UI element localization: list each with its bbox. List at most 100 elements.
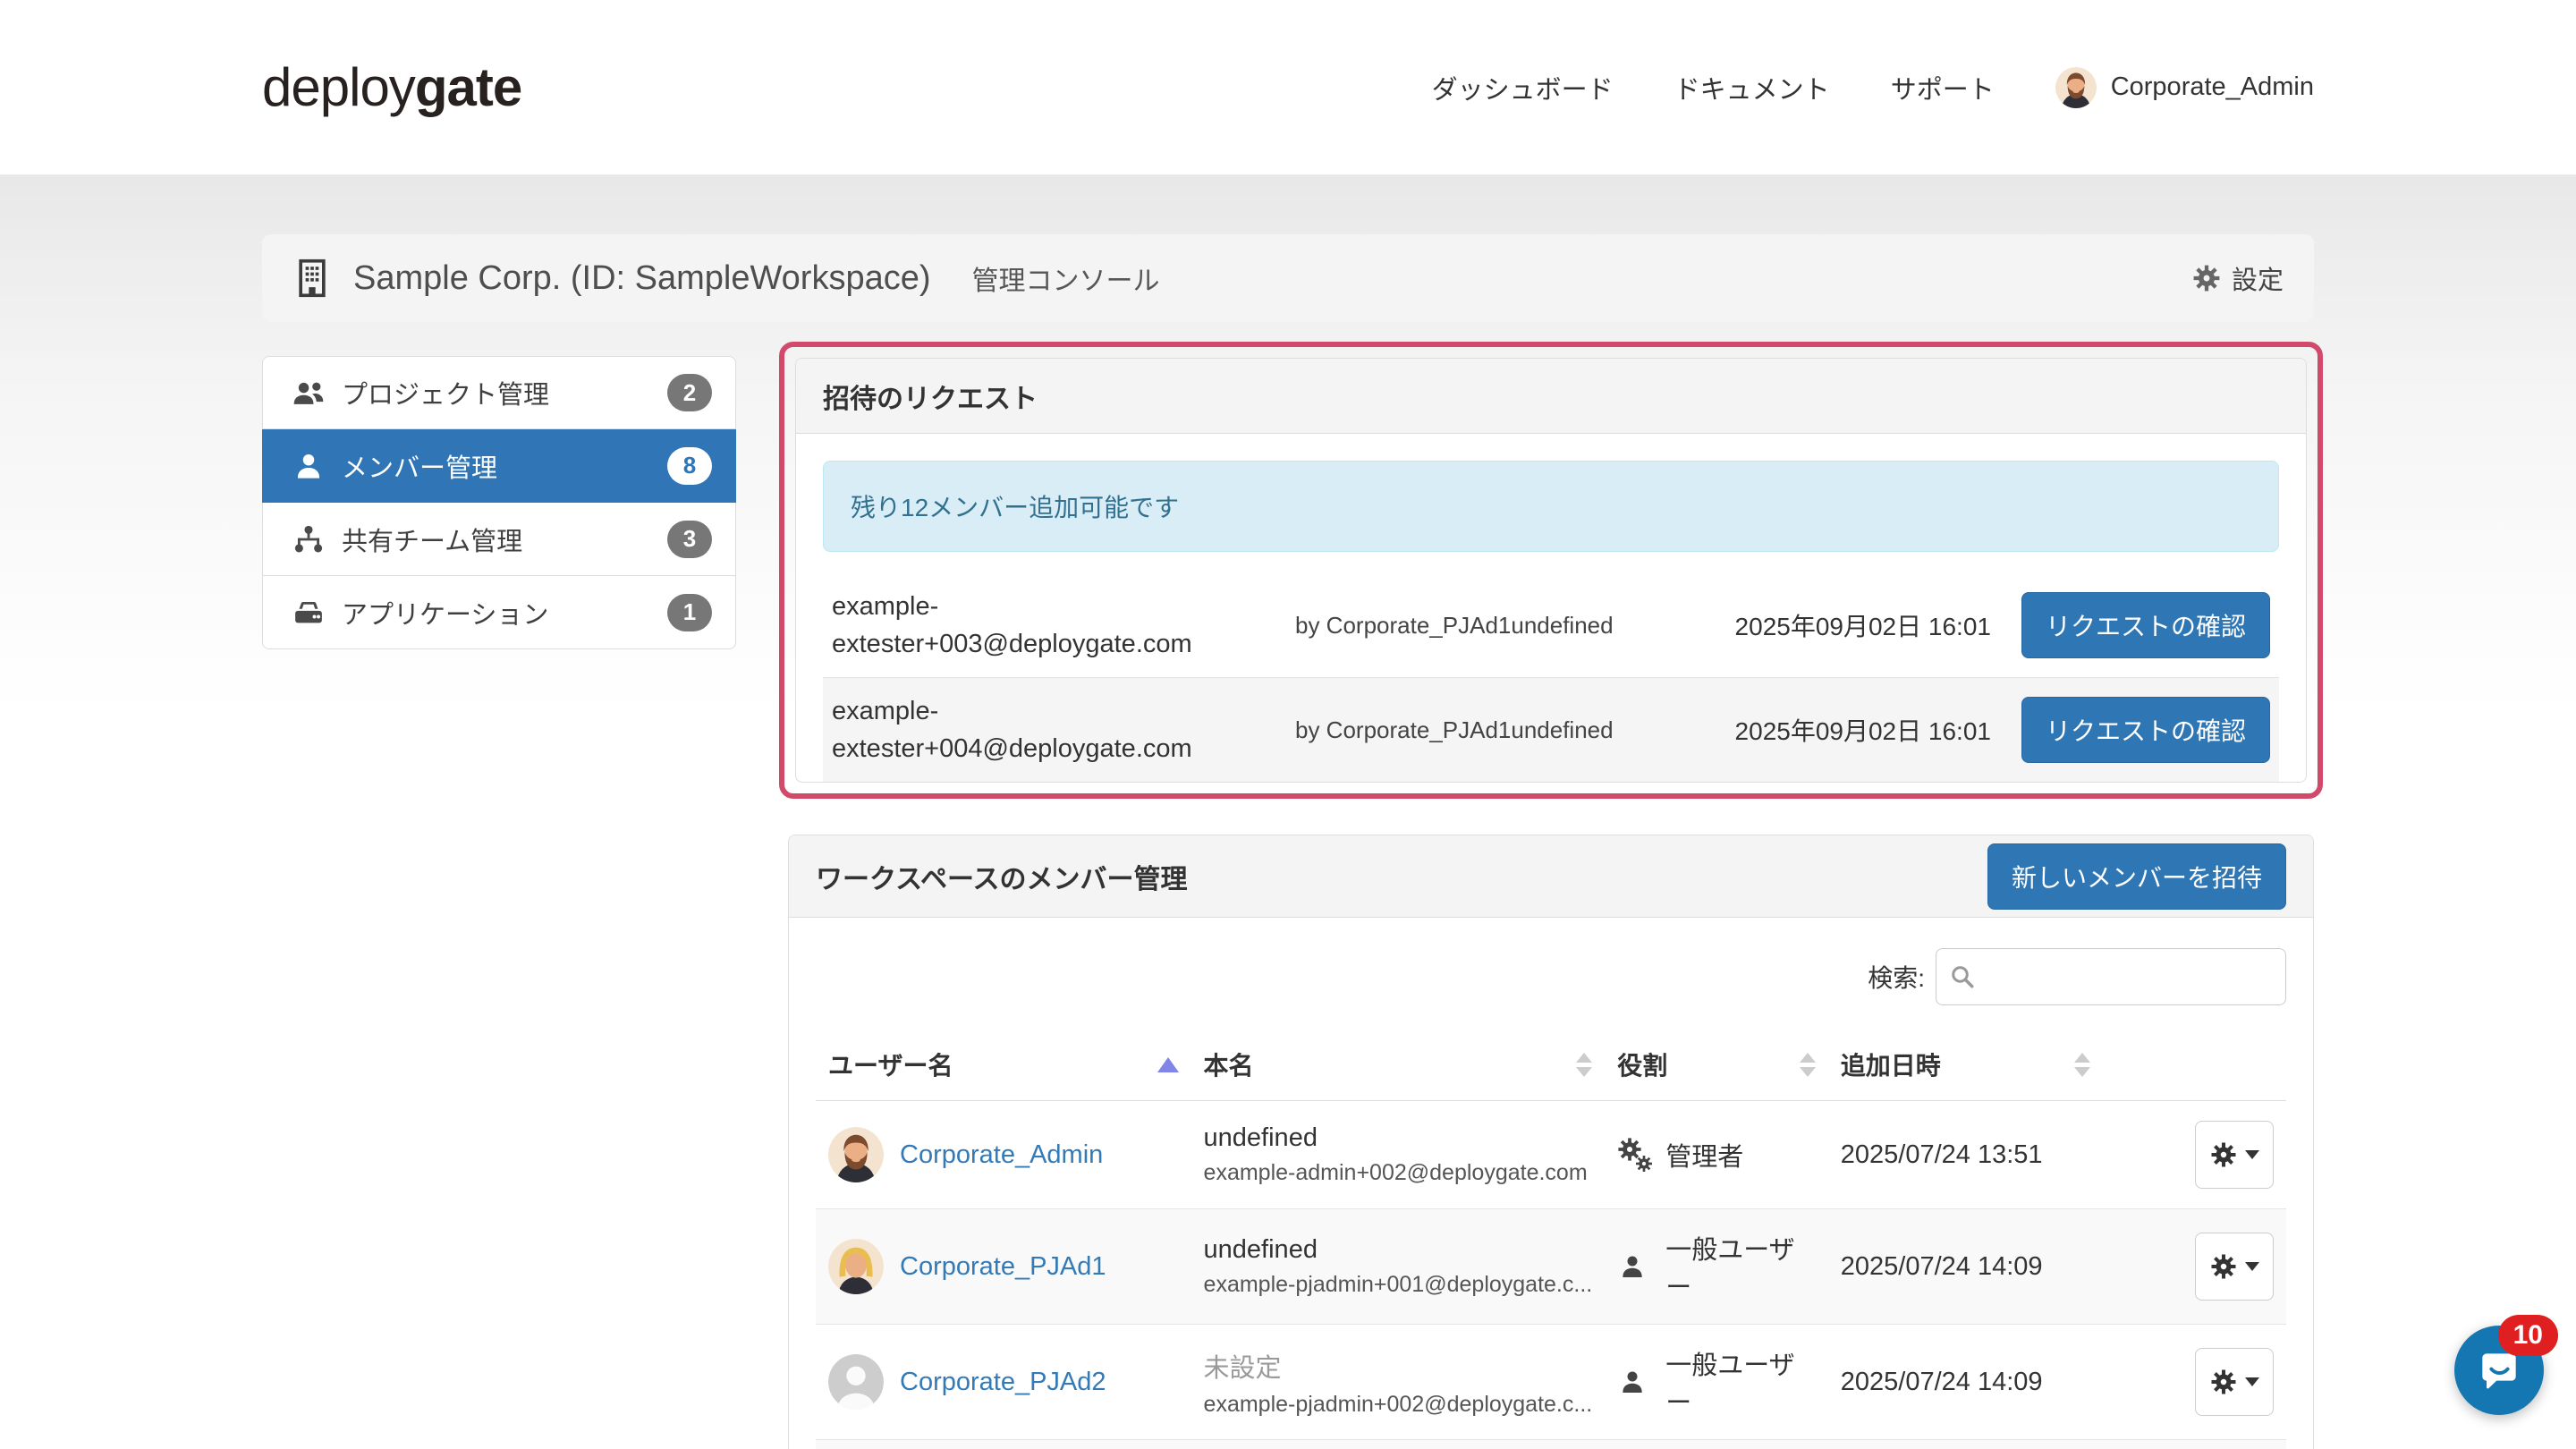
settings-label: 設定: [2232, 259, 2284, 297]
member-realname: undefined: [1204, 1123, 1593, 1153]
column-header-realname[interactable]: 本名: [1191, 1029, 1606, 1101]
gear-icon: [2210, 1141, 2237, 1168]
sort-asc-icon: [1157, 1057, 1179, 1072]
invite-requests-body: 残り12メンバー追加可能です example-extester+003@depl…: [796, 434, 2306, 782]
person-icon: [1617, 1249, 1653, 1284]
sidebar-item-shared-teams[interactable]: 共有チーム管理 3: [262, 503, 736, 576]
member-settings-dropdown[interactable]: [2195, 1348, 2274, 1416]
sidebar-item-label: プロジェクト管理: [342, 374, 549, 411]
nav-support[interactable]: サポート: [1891, 69, 1995, 106]
building-icon: [292, 258, 332, 298]
container: Sample Corp. (ID: SampleWorkspace) 管理コンソ…: [262, 175, 2314, 1387]
workspace-settings-link[interactable]: 設定: [2192, 259, 2284, 297]
search-box: [1936, 948, 2286, 1005]
invite-requests-heading: 招待のリクエスト: [796, 359, 2306, 434]
column-header-username[interactable]: ユーザー名: [816, 1029, 1191, 1101]
request-by: by Corporate_PJAd1undefined: [1243, 612, 1735, 640]
sidebar: プロジェクト管理 2 メンバー管理 8 共有チーム管理 3: [262, 356, 736, 1449]
request-date: 2025年09月02日 16:01: [1735, 712, 1991, 748]
member-added-date: 2025/07/24 14:09: [1841, 1252, 2043, 1281]
request-by: by Corporate_PJAd1undefined: [1243, 716, 1735, 744]
sort-icon: [2074, 1053, 2090, 1077]
nav-user-name: Corporate_Admin: [2111, 72, 2314, 102]
page: deploygate ダッシュボード ドキュメント サポート Corporate…: [0, 0, 2576, 1449]
count-badge: 8: [667, 447, 712, 485]
sidebar-item-projects[interactable]: プロジェクト管理 2: [262, 356, 736, 429]
invite-requests-highlight-frame: 招待のリクエスト 残り12メンバー追加可能です example-extester…: [779, 342, 2323, 799]
sidebar-item-applications[interactable]: アプリケーション 1: [262, 576, 736, 649]
request-date: 2025年09月02日 16:01: [1735, 607, 1991, 643]
deploygate-logo[interactable]: deploygate: [262, 56, 521, 118]
request-email: example-extester+003@deploygate.com: [832, 588, 1243, 663]
member-row: Corporate_PJAd1 undefined example-pjadmin…: [816, 1209, 2286, 1325]
member-username-link[interactable]: Corporate_PJAd2: [900, 1368, 1106, 1397]
member-email: example-admin+002@deploygate.com: [1204, 1160, 1593, 1186]
sort-icon: [1800, 1053, 1816, 1077]
sidebar-item-label: アプリケーション: [342, 594, 548, 631]
sidebar-item-label: 共有チーム管理: [342, 521, 522, 558]
search-input[interactable]: [1985, 962, 2273, 991]
nav-dashboard[interactable]: ダッシュボード: [1432, 69, 1614, 106]
search-row: 検索:: [816, 948, 2286, 1005]
members-table: ユーザー名 本名 役割 追加日時 Corporate_: [816, 1029, 2286, 1449]
confirm-request-button[interactable]: リクエストの確認: [2021, 592, 2270, 658]
invite-request-row: example-extester+003@deploygate.com by C…: [823, 573, 2279, 677]
app-box-icon: [292, 597, 326, 628]
header-inner: deploygate ダッシュボード ドキュメント サポート Corporate…: [262, 0, 2314, 174]
members-body: 検索: ユーザー名: [789, 918, 2313, 1449]
member-realname: undefined: [1204, 1235, 1593, 1265]
member-role: 一般ユーザー: [1665, 1344, 1816, 1419]
logo-text-deploy: deploy: [262, 57, 415, 117]
nav-user-menu[interactable]: Corporate_Admin: [2055, 67, 2314, 108]
member-row-partial: [816, 1440, 2286, 1449]
member-email: example-pjadmin+001@deploygate.c...: [1204, 1272, 1593, 1298]
invite-request-row: example-extester+004@deploygate.com by C…: [823, 677, 2279, 782]
column-header-added[interactable]: 追加日時: [1828, 1029, 2103, 1101]
workspace-header-bar: Sample Corp. (ID: SampleWorkspace) 管理コンソ…: [262, 234, 2314, 322]
count-badge: 3: [667, 521, 712, 558]
chevron-down-icon: [2245, 1262, 2259, 1271]
top-header: deploygate ダッシュボード ドキュメント サポート Corporate…: [0, 0, 2576, 175]
gear-icon: [2192, 264, 2221, 292]
sort-icon: [1576, 1053, 1592, 1077]
nav-documents[interactable]: ドキュメント: [1674, 69, 1830, 106]
chat-launcher-button[interactable]: 10: [2454, 1326, 2544, 1415]
column-header-role[interactable]: 役割: [1605, 1029, 1828, 1101]
request-email: example-extester+004@deploygate.com: [832, 692, 1243, 767]
table-header-row: ユーザー名 本名 役割 追加日時: [816, 1029, 2286, 1101]
sidebar-item-label: メンバー管理: [342, 447, 497, 485]
invite-new-member-button[interactable]: 新しいメンバーを招待: [1987, 843, 2286, 910]
members-title: ワークスペースのメンバー管理: [816, 857, 1188, 896]
member-row: Corporate_PJAd2 未設定 example-pjadmin+002@d…: [816, 1325, 2286, 1440]
members-heading: ワークスペースのメンバー管理 新しいメンバーを招待: [789, 835, 2313, 918]
member-realname: 未設定: [1204, 1347, 1593, 1385]
chevron-down-icon: [2245, 1150, 2259, 1159]
member-settings-dropdown[interactable]: [2195, 1121, 2274, 1189]
main-column: 招待のリクエスト 残り12メンバー追加可能です example-extester…: [788, 356, 2314, 1449]
logo-text-gate: gate: [415, 57, 521, 117]
man-avatar: [828, 1127, 884, 1182]
count-badge: 2: [667, 374, 712, 411]
chevron-down-icon: [2245, 1377, 2259, 1386]
member-role: 一般ユーザー: [1665, 1229, 1816, 1304]
search-icon: [1949, 963, 1976, 990]
invite-requests-title: 招待のリクエスト: [823, 377, 1038, 416]
capacity-alert: 残り12メンバー追加可能です: [823, 461, 2279, 552]
member-added-date: 2025/07/24 13:51: [1841, 1140, 2043, 1169]
member-role: 管理者: [1665, 1136, 1743, 1174]
member-username-link[interactable]: Corporate_PJAd1: [900, 1252, 1106, 1282]
workspace-subtitle: 管理コンソール: [972, 258, 1160, 298]
member-settings-dropdown[interactable]: [2195, 1233, 2274, 1301]
members-panel: ワークスペースのメンバー管理 新しいメンバーを招待 検索:: [788, 835, 2314, 1449]
member-username-link[interactable]: Corporate_Admin: [900, 1140, 1103, 1170]
sitemap-icon: [292, 524, 326, 555]
search-label: 検索:: [1868, 959, 1925, 995]
confirm-request-button[interactable]: リクエストの確認: [2021, 697, 2270, 763]
person-icon: [1617, 1364, 1653, 1400]
sidebar-item-members[interactable]: メンバー管理 8: [262, 429, 736, 503]
user-avatar: [2055, 67, 2097, 108]
gear-icon: [2210, 1368, 2237, 1395]
member-email: example-pjadmin+002@deploygate.c...: [1204, 1392, 1593, 1418]
workspace-title: Sample Corp. (ID: SampleWorkspace): [353, 259, 931, 298]
person-icon: [292, 451, 326, 481]
